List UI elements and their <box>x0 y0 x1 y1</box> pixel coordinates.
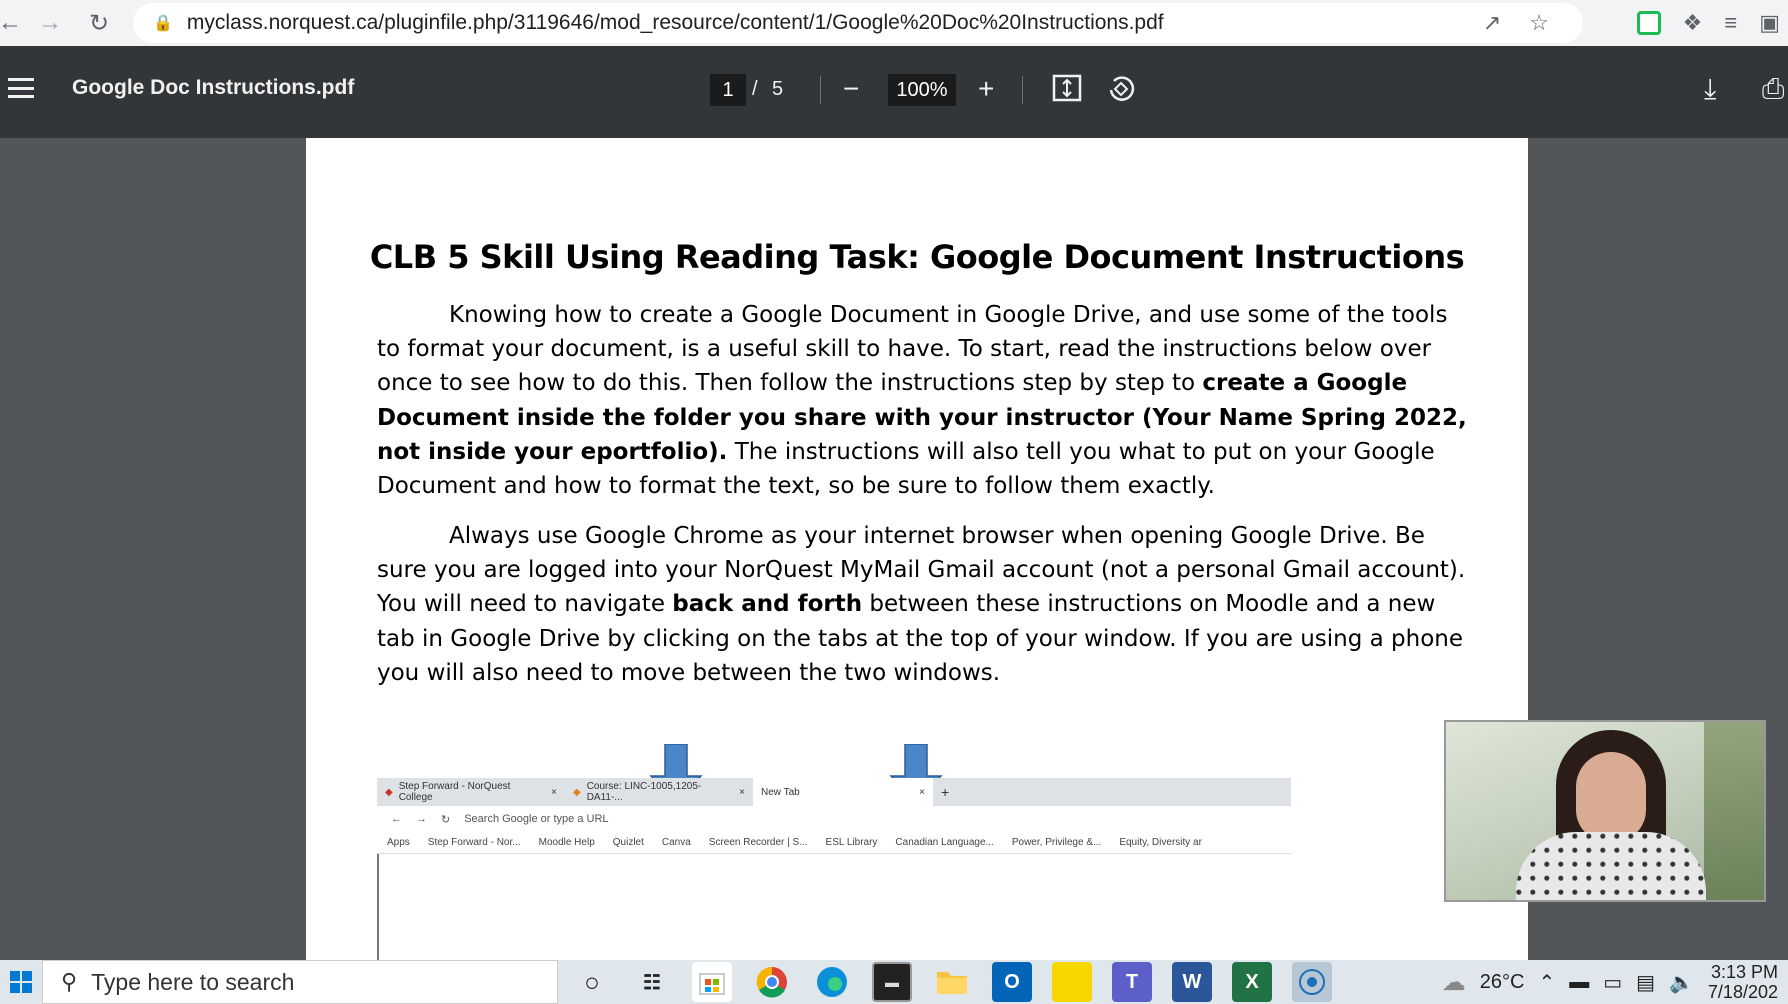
paragraph-1: Knowing how to create a Google Document … <box>377 298 1467 503</box>
embedded-address-bar: ← → ↻ Search Google or type a URL <box>377 806 1291 832</box>
pdf-page: CLB 5 Skill Using Reading Task: Google D… <box>306 138 1528 968</box>
volume-icon[interactable]: 🔈 <box>1669 970 1694 995</box>
presenter-face <box>1576 752 1646 842</box>
address-bar[interactable]: 🔒 myclass.norquest.ca/pluginfile.php/311… <box>133 3 1583 43</box>
terminal-icon[interactable]: ▬ <box>872 962 912 1002</box>
embedded-tab: ◆ Course: LINC-1005,1205-DA11-... × <box>573 781 745 803</box>
bookmark-star-icon[interactable]: ☆ <box>1529 10 1549 36</box>
presenter-shirt <box>1516 832 1706 900</box>
download-icon[interactable]: ⤓ <box>1704 72 1716 106</box>
windows-taskbar: ⚲ Type here to search ○ ☷ ▬ O T W X ☁ 26… <box>0 960 1788 1004</box>
embedded-address-placeholder: Search Google or type a URL <box>464 813 609 825</box>
share-icon[interactable]: ↗ <box>1483 10 1501 36</box>
webcam-overlay <box>1444 720 1766 902</box>
toolbar-divider <box>1022 76 1023 104</box>
taskbar-search-placeholder: Type here to search <box>91 968 295 995</box>
reading-list-icon[interactable]: ≡ <box>1724 10 1737 36</box>
clock-date: 7/18/202 <box>1707 982 1778 1002</box>
zoom-in-icon[interactable]: + <box>978 72 994 106</box>
edge-icon[interactable] <box>812 962 852 1002</box>
weather-cloud-icon[interactable]: ☁ <box>1442 968 1466 997</box>
paragraph-2: Always use Google Chrome as your interne… <box>377 519 1467 690</box>
store-icon[interactable] <box>692 962 732 1002</box>
zoom-out-icon[interactable]: − <box>843 72 859 106</box>
pdf-toolbar: Google Doc Instructions.pdf 1 / 5 − 100%… <box>0 46 1788 138</box>
reload-icon[interactable]: ↻ <box>81 5 117 41</box>
task-view-icon[interactable]: ☷ <box>632 962 672 1002</box>
puzzle-icon[interactable]: ❖ <box>1683 10 1703 36</box>
word-icon[interactable]: W <box>1172 962 1212 1002</box>
embedded-page-body <box>377 854 1291 968</box>
extension-green-icon[interactable] <box>1636 11 1661 35</box>
print-icon[interactable]: ⎙ <box>1762 72 1784 106</box>
embedded-tab-active: New Tab × <box>753 778 933 806</box>
plant-background <box>1704 722 1764 900</box>
rotate-icon[interactable] <box>1106 74 1136 112</box>
teams-icon[interactable]: T <box>1112 962 1152 1002</box>
tray-app-icon[interactable]: ▬ <box>1569 971 1589 994</box>
sticky-notes-icon[interactable] <box>1052 962 1092 1002</box>
windows-start-icon[interactable] <box>0 960 42 1004</box>
browser-toolbar: ← → ↻ 🔒 myclass.norquest.ca/pluginfile.p… <box>0 0 1788 46</box>
outlook-icon[interactable]: O <box>992 962 1032 1002</box>
cortana-icon[interactable]: ○ <box>572 962 612 1002</box>
pdf-filename: Google Doc Instructions.pdf <box>72 76 355 99</box>
lock-icon: 🔒 <box>153 15 173 32</box>
page-total: 5 <box>772 78 784 100</box>
taskbar-search[interactable]: ⚲ Type here to search <box>42 960 558 1004</box>
excel-icon[interactable]: X <box>1232 962 1272 1002</box>
url-text: myclass.norquest.ca/pluginfile.php/31196… <box>186 11 1164 34</box>
fit-page-icon[interactable] <box>1052 74 1082 110</box>
file-explorer-icon[interactable] <box>932 962 972 1002</box>
side-panel-icon[interactable]: ▣ <box>1759 10 1780 36</box>
recording-icon[interactable] <box>1292 962 1332 1002</box>
p2-bold-text: back and forth <box>672 591 863 618</box>
page-number-input[interactable]: 1 <box>710 74 746 106</box>
forward-icon[interactable]: → <box>32 5 68 41</box>
weather-temp[interactable]: 26°C <box>1480 971 1525 994</box>
search-icon: ⚲ <box>61 969 78 994</box>
menu-icon[interactable] <box>8 78 34 98</box>
chevron-up-icon[interactable]: ⌃ <box>1538 970 1555 995</box>
back-icon[interactable]: ← <box>0 5 28 41</box>
clock[interactable]: 3:13 PM 7/18/202 <box>1708 962 1778 1002</box>
embedded-tab-strip: ◆ Step Forward - NorQuest College × ◆ Cours… <box>377 778 1291 806</box>
document-title: CLB 5 Skill Using Reading Task: Google D… <box>369 238 1465 276</box>
toolbar-divider <box>820 76 821 104</box>
embedded-browser-screenshot: ◆ Step Forward - NorQuest College × ◆ Cours… <box>377 744 1291 968</box>
battery-icon[interactable]: ▭ <box>1603 970 1622 995</box>
chrome-icon[interactable] <box>752 962 792 1002</box>
page-separator: / <box>752 78 758 100</box>
embedded-new-tab: + <box>941 784 950 800</box>
embedded-bookmarks-bar: Apps Step Forward - Nor... Moodle Help Q… <box>377 832 1291 854</box>
embedded-tab: ◆ Step Forward - NorQuest College × <box>385 781 557 803</box>
zoom-input[interactable]: 100% <box>888 74 956 106</box>
network-icon[interactable]: ▤ <box>1636 970 1655 995</box>
clock-time: 3:13 PM <box>1710 962 1778 982</box>
